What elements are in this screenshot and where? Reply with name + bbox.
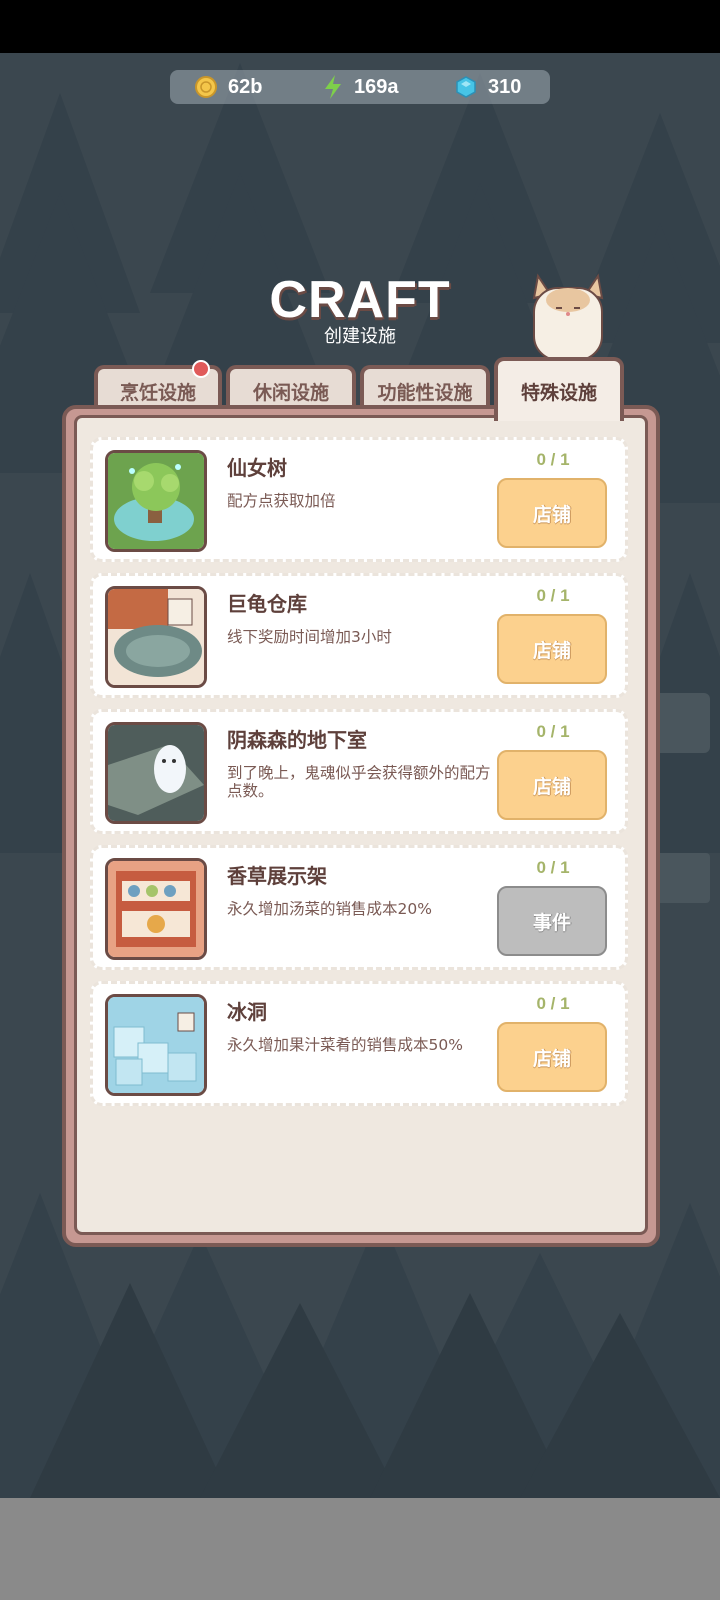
item-name: 香草展示架 <box>227 864 327 888</box>
shop-button[interactable]: 店铺 <box>497 750 607 820</box>
list-item: 仙女树 配方点获取加倍 0 / 1 店铺 <box>90 437 628 562</box>
item-count: 0 / 1 <box>536 858 570 877</box>
lightning-icon <box>325 75 341 99</box>
gem-value: 310 <box>488 75 522 98</box>
status-bar <box>0 0 720 53</box>
coin-counter: 62b <box>194 70 262 104</box>
shop-button[interactable]: 店铺 <box>497 614 607 684</box>
navigation-bar <box>0 1498 720 1600</box>
tab-cooking-label: 烹饪设施 <box>119 381 196 404</box>
tab-special-label: 特殊设施 <box>520 381 597 404</box>
fairy-tree-image <box>105 450 207 552</box>
coin-value: 62b <box>228 75 263 98</box>
resource-bar: 62b 169a 310 <box>170 70 550 104</box>
shop-button[interactable]: 店铺 <box>497 1022 607 1092</box>
page-subtitle: 创建设施 <box>324 326 396 347</box>
herb-display-shelf-image <box>105 858 207 960</box>
tab-functional-label: 功能性设施 <box>377 381 473 404</box>
item-count: 0 / 1 <box>536 450 570 469</box>
item-description: 到了晚上，鬼魂似乎会获得额外的配方点数。 <box>227 764 491 800</box>
ice-cave-image <box>105 994 207 1096</box>
item-count: 0 / 1 <box>536 586 570 605</box>
list-item: 香草展示架 永久增加汤菜的销售成本20% 0 / 1 事件 <box>90 845 628 970</box>
shop-button[interactable]: 店铺 <box>497 478 607 548</box>
page-title: CRAFT <box>269 271 451 329</box>
spooky-basement-image <box>105 722 207 824</box>
event-button[interactable]: 事件 <box>497 886 607 956</box>
item-name: 巨龟仓库 <box>227 592 307 616</box>
gem-icon <box>456 76 476 98</box>
energy-value: 169a <box>354 75 399 98</box>
energy-counter: 169a <box>322 70 399 104</box>
item-description: 永久增加果汁菜肴的销售成本50% <box>227 1036 463 1054</box>
gem-counter: 310 <box>454 70 521 104</box>
item-description: 线下奖励时间增加3小时 <box>227 628 392 646</box>
tab-special[interactable]: 特殊设施 <box>494 357 624 421</box>
list-item: 冰洞 永久增加果汁菜肴的销售成本50% 0 / 1 店铺 <box>90 981 628 1106</box>
notification-badge <box>192 360 210 378</box>
item-name: 仙女树 <box>227 456 287 480</box>
item-count: 0 / 1 <box>536 994 570 1013</box>
list-item: 阴森森的地下室 到了晚上，鬼魂似乎会获得额外的配方点数。 0 / 1 店铺 <box>90 709 628 834</box>
item-description: 配方点获取加倍 <box>227 492 336 510</box>
tab-leisure-label: 休闲设施 <box>252 381 329 404</box>
item-description: 永久增加汤菜的销售成本20% <box>227 900 432 918</box>
item-name: 冰洞 <box>227 1000 267 1024</box>
list-item: 巨龟仓库 线下奖励时间增加3小时 0 / 1 店铺 <box>90 573 628 698</box>
coin-icon <box>195 76 217 98</box>
cat-mascot <box>532 273 604 360</box>
giant-turtle-warehouse-image <box>105 586 207 688</box>
item-count: 0 / 1 <box>536 722 570 741</box>
item-name: 阴森森的地下室 <box>227 728 367 752</box>
